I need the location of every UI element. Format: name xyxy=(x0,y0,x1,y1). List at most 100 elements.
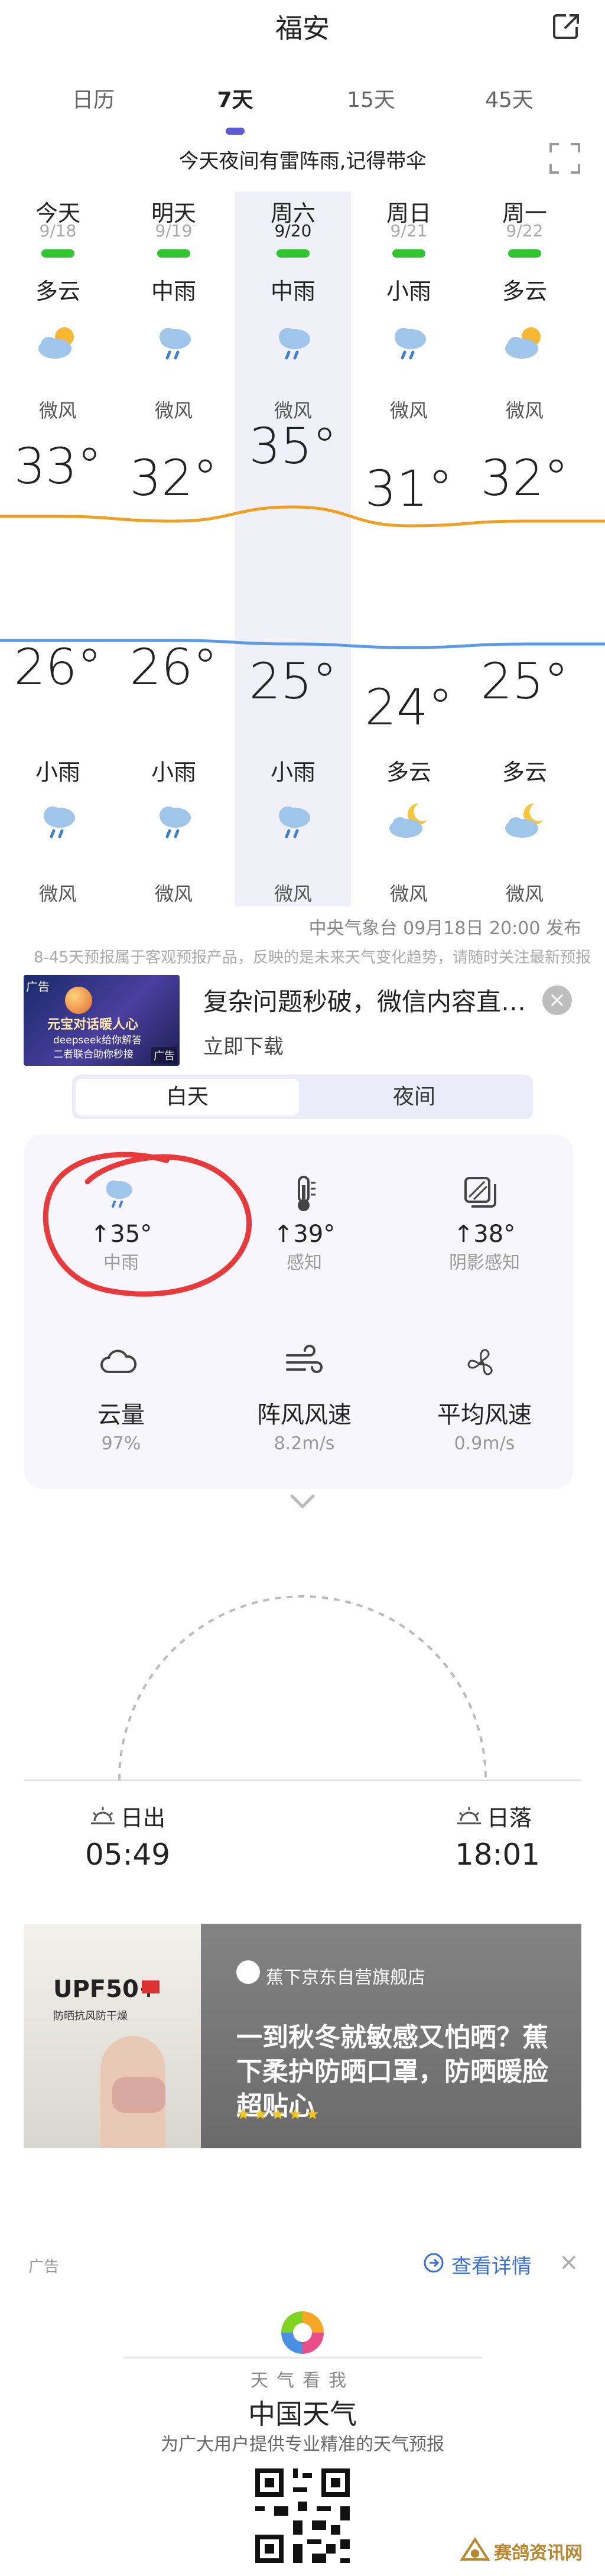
tab-7-days[interactable]: 7天 xyxy=(194,83,277,113)
issued-time: 中央气象台 09月18日 20:00 发布 xyxy=(308,918,581,939)
ad2-tag: 广告 xyxy=(28,2258,60,2276)
aqi-bar xyxy=(157,249,190,258)
detail-avg-wind-label: 平均风速 xyxy=(437,1401,532,1429)
night-wind: 微风 xyxy=(38,883,77,905)
rain-icon xyxy=(266,798,320,845)
sunset-time: 18:01 xyxy=(455,1837,541,1872)
forecast-disclaimer: 8-45天预报属于客观预报产品，反映的是未来天气变化趋势，请随时关注最新预报 xyxy=(33,949,591,967)
rain-icon xyxy=(266,319,320,366)
detail-shade-value: 阴影感知 xyxy=(449,1253,520,1273)
cloudy-night-icon xyxy=(382,798,435,845)
rating-stars-icon: ★★★★★ xyxy=(236,2106,323,2123)
brand-logo-icon xyxy=(142,1980,160,1993)
temperature-curves xyxy=(0,505,605,649)
sunrise-label: 日出 xyxy=(121,1805,166,1831)
rain-icon xyxy=(147,798,200,845)
cloud-icon xyxy=(100,1349,137,1373)
thermometer-icon xyxy=(298,1176,315,1211)
sunrise-time: 05:49 xyxy=(85,1837,171,1872)
face-mask xyxy=(112,2077,165,2113)
watermark: 赛鸽资讯网 xyxy=(458,2531,594,2570)
fan-icon xyxy=(467,1349,493,1375)
shade-icon xyxy=(464,1177,496,1208)
day-wind: 微风 xyxy=(154,399,193,422)
sunset-icon xyxy=(457,1807,481,1824)
ad2-store-name: 蕉下京东自营旗舰店 xyxy=(266,1967,425,1988)
ad-image-line-1: 元宝对话暖人心 xyxy=(47,1017,139,1032)
day-date: 9/18 xyxy=(39,221,77,240)
footer-divider xyxy=(123,2357,482,2359)
detail-shade-label: ↑38° xyxy=(453,1221,516,1248)
ad-title[interactable]: 复杂问题秒破，微信内容直… xyxy=(203,982,534,1018)
tab-indicator xyxy=(226,128,245,135)
aqi-bar xyxy=(41,249,74,258)
night-condition: 小雨 xyxy=(35,759,80,785)
share-icon[interactable] xyxy=(548,8,584,44)
sunrise-icon xyxy=(91,1807,115,1824)
night-condition: 小雨 xyxy=(270,759,315,785)
footer-slogan: 天气看我 xyxy=(251,2370,354,2391)
close-icon[interactable]: × xyxy=(559,2249,579,2276)
day-date: 9/21 xyxy=(390,221,428,240)
rain-icon xyxy=(382,319,435,366)
day-wind: 微风 xyxy=(505,399,544,422)
ad-download-link[interactable]: 立即下载 xyxy=(203,1030,284,1059)
sun-arc xyxy=(118,1595,487,1780)
footer-app-name: 中国天气 xyxy=(248,2398,357,2430)
qr-code-icon[interactable] xyxy=(251,2464,354,2568)
day-date: 9/19 xyxy=(155,221,193,240)
detail-gust-label: 阵风风速 xyxy=(257,1401,352,1429)
night-condition: 小雨 xyxy=(151,759,196,785)
night-wind: 微风 xyxy=(154,883,193,905)
detail-feels-like-value: 感知 xyxy=(287,1253,322,1273)
sunset-label: 日落 xyxy=(487,1805,532,1831)
night-wind: 微风 xyxy=(389,883,428,905)
tab-calendar[interactable]: 日历 xyxy=(52,83,135,113)
page-title: 福安 xyxy=(275,12,330,44)
day-date: 9/20 xyxy=(274,221,312,240)
arrow-circle-icon xyxy=(424,2253,444,2273)
aqi-bar xyxy=(392,249,425,258)
weather-notice: 今天夜间有雷阵雨,记得带伞 xyxy=(178,149,427,173)
ad2-badge-sub: 防晒抗风防干燥 xyxy=(53,2010,128,2022)
ad-banner-image[interactable]: 广告 元宝对话暖人心 deepseek给你解答 二者联合助你秒接 广告 xyxy=(24,975,180,1066)
detail-feels-like-label: ↑39° xyxy=(273,1221,336,1248)
night-condition: 多云 xyxy=(502,759,547,785)
low-temperature-line xyxy=(0,639,605,649)
day-wind: 微风 xyxy=(389,399,428,422)
day-condition: 中雨 xyxy=(270,278,315,304)
chevron-down-icon[interactable] xyxy=(286,1491,319,1513)
footer-tagline: 为广大用户提供专业精准的天气预报 xyxy=(161,2434,444,2455)
day-date: 9/22 xyxy=(506,221,544,240)
detail-cloud-label: 云量 xyxy=(97,1401,145,1429)
detail-gust-value: 8.2m/s xyxy=(274,1433,335,1454)
watermark-text: 赛鸽资讯网 xyxy=(494,2543,583,2564)
night-wind: 微风 xyxy=(505,883,544,905)
ad-tag: 广告 xyxy=(26,980,50,994)
red-annotation-circle xyxy=(43,1152,252,1297)
ad2-product-image[interactable]: UPF50+ 防晒抗风防干燥 xyxy=(24,1924,201,2148)
detail-cloud-value: 97% xyxy=(101,1433,141,1454)
store-logo-icon xyxy=(236,1960,260,1984)
ad-image-line-2: deepseek给你解答 xyxy=(53,1035,142,1046)
ad2-view-details-link[interactable]: 查看详情 xyxy=(451,2250,532,2279)
day-toggle-button[interactable]: 白天 xyxy=(76,1079,299,1115)
partly-cloudy-icon xyxy=(31,319,84,366)
rain-icon xyxy=(31,798,84,845)
night-toggle-button[interactable]: 夜间 xyxy=(299,1079,529,1115)
low-temperature: 24° xyxy=(365,678,453,736)
app-logo-icon xyxy=(281,2311,324,2354)
fullscreen-icon[interactable] xyxy=(548,142,581,175)
ad-corner-tag: 广告 xyxy=(151,1047,177,1063)
rain-icon xyxy=(147,319,200,366)
day-condition: 多云 xyxy=(502,278,547,304)
day-condition: 多云 xyxy=(35,278,80,304)
day-condition: 中雨 xyxy=(151,278,196,304)
close-icon[interactable]: × xyxy=(542,985,572,1015)
mascot-icon xyxy=(65,987,92,1014)
horizon-line xyxy=(24,1780,581,1781)
high-temperature-line xyxy=(0,505,605,528)
cloudy-night-icon xyxy=(498,798,551,845)
tab-15-days[interactable]: 15天 xyxy=(330,83,412,113)
tab-45-days[interactable]: 45天 xyxy=(468,83,551,113)
